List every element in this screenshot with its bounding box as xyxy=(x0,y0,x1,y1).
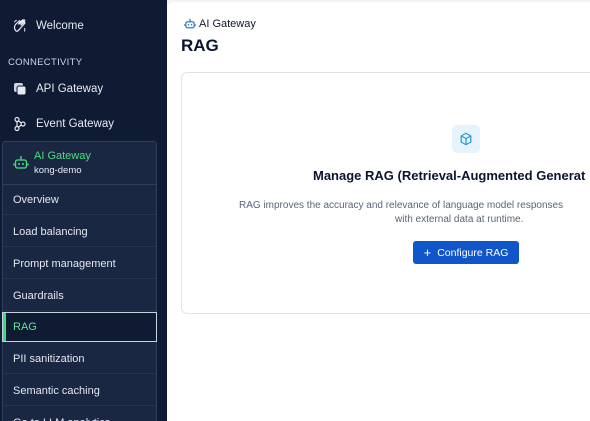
ai-gateway-panel: AI Gateway kong-demo Overview Load balan… xyxy=(2,141,157,421)
sidebar-item-guardrails[interactable]: Guardrails xyxy=(3,281,156,311)
breadcrumb-label: AI Gateway xyxy=(199,18,256,30)
sidebar-item-llm-analytics[interactable]: Go to LLM analytics xyxy=(3,408,156,421)
section-label: CONNECTIVITY xyxy=(8,57,83,68)
sidebar-item-rag[interactable]: RAG xyxy=(2,312,157,342)
empty-state-description: RAG improves the accuracy and relevance … xyxy=(239,200,564,211)
robot-icon xyxy=(13,155,29,171)
sidebar-item-pii-sanitization[interactable]: PII sanitization xyxy=(3,344,156,374)
sidebar-item-overview[interactable]: Overview xyxy=(3,185,156,215)
sidebar-item-label: API Gateway xyxy=(36,83,104,95)
empty-state-heading: Manage RAG (Retrieval-Augmented Generat xyxy=(313,168,586,183)
empty-state-card: Manage RAG (Retrieval-Augmented Generat … xyxy=(181,72,590,314)
sidebar-item-ai-gateway[interactable]: AI Gateway kong-demo xyxy=(3,142,156,185)
empty-state-description: with external data at runtime. xyxy=(395,214,524,225)
main-area: AI Gateway RAG Manage RAG (Retrieval-Aug… xyxy=(167,0,590,421)
ai-gateway-subtitle: kong-demo xyxy=(34,165,82,176)
sidebar-item-welcome[interactable]: Welcome xyxy=(0,17,167,35)
button-label: Configure RAG xyxy=(437,246,509,259)
sidebar-item-load-balancing[interactable]: Load balancing xyxy=(3,217,156,247)
sidebar-item-label: Welcome xyxy=(36,20,84,32)
breadcrumb[interactable]: AI Gateway xyxy=(184,18,256,30)
sidebar-item-event-gateway[interactable]: Event Gateway xyxy=(0,115,167,133)
content-panel: AI Gateway RAG Manage RAG (Retrieval-Aug… xyxy=(167,2,590,421)
cube-icon xyxy=(452,125,480,153)
configure-rag-button[interactable]: + Configure RAG xyxy=(413,241,519,264)
sidebar-item-prompt-management[interactable]: Prompt management xyxy=(3,249,156,279)
robot-icon xyxy=(184,18,196,30)
plus-icon: + xyxy=(423,245,432,260)
sidebar-item-api-gateway[interactable]: API Gateway xyxy=(0,80,167,98)
ai-gateway-title: AI Gateway xyxy=(34,150,91,162)
sidebar-item-semantic-caching[interactable]: Semantic caching xyxy=(3,376,156,406)
event-gateway-icon xyxy=(12,116,28,132)
sidebar-item-label: Event Gateway xyxy=(36,118,114,130)
sidebar: Welcome CONNECTIVITY API Gateway Event G… xyxy=(0,0,167,421)
api-gateway-icon xyxy=(12,81,28,97)
waving-hand-icon xyxy=(12,18,28,34)
page-title: RAG xyxy=(181,36,219,55)
